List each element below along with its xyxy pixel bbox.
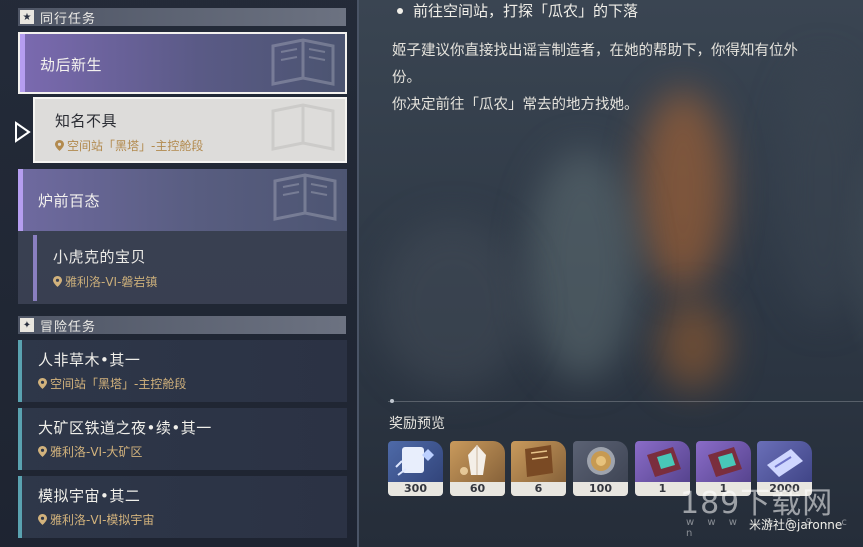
quest-card-luqian-baitai[interactable]: 炉前百态 bbox=[18, 169, 347, 231]
quest-card-xiaohuke-baobei[interactable]: 小虎克的宝贝 雅利洛-VI-磐岩镇 bbox=[33, 235, 347, 301]
section-title: 冒险任务 bbox=[40, 319, 97, 335]
quest-location: 雅利洛-VI-磐岩镇 bbox=[53, 273, 157, 290]
diamond-star-badge-icon: ✦ bbox=[20, 318, 34, 332]
crystal-icon bbox=[460, 445, 486, 475]
reward-count: 300 bbox=[388, 482, 443, 496]
objective-text: 前往空间站，打探「瓜农」的下落 bbox=[413, 2, 639, 20]
quest-card-jiehou-xinsheng[interactable]: 劫后新生 bbox=[18, 32, 347, 94]
relic-book-icon bbox=[708, 447, 742, 477]
quest-location-text: 雅利洛-VI-磐岩镇 bbox=[65, 275, 158, 289]
location-pin-icon bbox=[53, 276, 62, 287]
quest-location: 雅利洛-VI-大矿区 bbox=[38, 443, 142, 460]
card-stripe bbox=[18, 340, 22, 402]
quest-description: 姬子建议你直接找出谣言制造者，在她的帮助下，你得知有位外 份。 你决定前往「瓜农… bbox=[392, 43, 798, 113]
quest-location: 空间站「黑塔」-主控舱段 bbox=[38, 375, 186, 392]
rewards-title: 奖励预览 bbox=[389, 416, 445, 432]
objective-bullet-icon bbox=[397, 7, 403, 14]
reward-count: 100 bbox=[573, 482, 628, 496]
reward-count: 6 bbox=[511, 482, 566, 496]
quest-location: 空间站「黑塔」-主控舱段 bbox=[55, 137, 203, 154]
relic-book-icon bbox=[647, 447, 681, 477]
location-pin-icon bbox=[55, 140, 64, 151]
coin-icon bbox=[587, 447, 615, 475]
author-credit: 米游社@jaronne bbox=[749, 518, 843, 532]
reward-count: 60 bbox=[450, 482, 505, 496]
quest-title: 炉前百态 bbox=[38, 192, 101, 210]
card-stripe bbox=[18, 169, 23, 231]
companion-section-header: ★ 同行任务 bbox=[18, 8, 346, 27]
reward-divider bbox=[388, 399, 863, 403]
quest-card-zhiming-buju[interactable]: 知名不具 空间站「黑塔」-主控舱段 bbox=[33, 97, 347, 163]
quest-location-text: 雅利洛-VI-大矿区 bbox=[50, 445, 143, 459]
location-pin-icon bbox=[38, 446, 47, 457]
quest-title: 模拟宇宙•其二 bbox=[38, 487, 141, 505]
quest-title: 知名不具 bbox=[55, 112, 118, 130]
quest-title: 劫后新生 bbox=[40, 56, 103, 74]
book-icon bbox=[271, 38, 335, 86]
quest-title: 大矿区铁道之夜•续•其一 bbox=[38, 419, 212, 437]
reward-item[interactable]: 100 bbox=[573, 441, 628, 496]
reward-item[interactable]: 60 bbox=[450, 441, 505, 496]
quest-location-text: 雅利洛-VI-模拟宇宙 bbox=[50, 513, 155, 527]
star-badge-icon: ★ bbox=[20, 10, 34, 24]
section-title: 同行任务 bbox=[40, 11, 97, 27]
reward-item[interactable]: 6 bbox=[511, 441, 566, 496]
panel-divider bbox=[357, 0, 359, 547]
quest-location-text: 空间站「黑塔」-主控舱段 bbox=[50, 377, 187, 391]
ticket-icon bbox=[767, 449, 803, 477]
quest-location-text: 空间站「黑塔」-主控舱段 bbox=[67, 139, 204, 153]
location-pin-icon bbox=[38, 514, 47, 525]
card-stripe bbox=[18, 408, 22, 470]
adventure-quest-card[interactable]: 模拟宇宙•其二 雅利洛-VI-模拟宇宙 bbox=[18, 476, 347, 538]
card-stripe bbox=[20, 34, 25, 92]
quest-objective: 前往空间站，打探「瓜农」的下落 bbox=[397, 0, 638, 21]
adventure-quest-card[interactable]: 人非草木•其一 空间站「黑塔」-主控舱段 bbox=[18, 340, 347, 402]
card-stripe bbox=[33, 235, 37, 301]
reward-item[interactable]: 300 bbox=[388, 441, 443, 496]
book-icon bbox=[273, 173, 337, 221]
quest-location: 雅利洛-VI-模拟宇宙 bbox=[38, 511, 154, 528]
adventure-section-header: ✦ 冒险任务 bbox=[18, 316, 346, 335]
quest-title: 小虎克的宝贝 bbox=[53, 248, 147, 266]
adventure-quest-card[interactable]: 大矿区铁道之夜•续•其一 雅利洛-VI-大矿区 bbox=[18, 408, 347, 470]
location-pin-icon bbox=[38, 378, 47, 389]
book-icon bbox=[525, 445, 553, 477]
selection-arrow-icon bbox=[14, 121, 32, 143]
book-icon bbox=[271, 103, 335, 151]
stellar-jade-icon bbox=[395, 447, 434, 476]
card-stripe bbox=[18, 476, 22, 538]
quest-title: 人非草木•其一 bbox=[38, 351, 141, 369]
